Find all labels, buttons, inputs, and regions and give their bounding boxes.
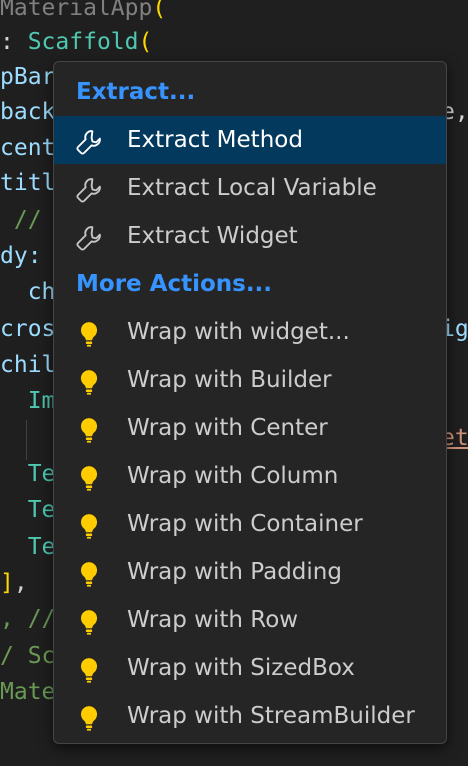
code-token: : [0,29,28,55]
lightbulb-icon [74,606,104,636]
menu-item-wrap-with-streambuilder[interactable]: Wrap with StreamBuilder [54,692,446,740]
menu-item-wrap-with-sizedbox[interactable]: Wrap with SizedBox [54,644,446,692]
wrench-icon [74,174,104,204]
code-token: MaterialApp [0,0,153,21]
code-token: titl [0,170,56,196]
menu-item-label: Wrap with Padding [127,559,342,585]
menu-item-label: Wrap with widget... [127,319,350,345]
code-line: chil [0,345,55,385]
lightbulb-icon [74,462,104,492]
code-line: Mate [0,672,55,712]
code-line: ch [0,272,56,312]
lightbulb-icon [74,318,104,348]
menu-item-wrap-with-column[interactable]: Wrap with Column [54,452,446,500]
menu-item-label: Extract Local Variable [127,175,377,201]
code-token: / Sc [0,643,56,669]
code-line: Te [0,454,56,494]
menu-item-label: Wrap with Container [127,511,363,537]
lightbulb-icon [74,510,104,540]
code-line: ], [0,563,28,603]
code-token: pBar [0,64,56,90]
code-line: : Scaffold( [0,22,152,62]
menu-item-label: Wrap with Column [127,463,339,489]
code-line: // [0,200,55,240]
code-token: , // [0,606,56,632]
wrench-icon [74,126,104,156]
menu-item-label: Wrap with Row [127,607,299,633]
menu-item-wrap-with-center[interactable]: Wrap with Center [54,404,446,452]
code-token: Scaffold [27,29,139,55]
menu-item-wrap-with-container[interactable]: Wrap with Container [54,500,446,548]
code-token: // [0,207,56,233]
lightbulb-icon [74,366,104,396]
code-token: Te [0,461,56,487]
code-line: titl [0,163,55,203]
code-token: , [13,570,28,596]
code-token: dy: [0,243,42,269]
code-token: ] [0,570,14,596]
code-line: Im [0,381,56,421]
code-line: cent [0,128,55,168]
code-line: dy: [0,236,42,276]
code-token: Im [0,388,56,414]
code-line: Te [0,490,56,530]
code-line: Te [0,527,56,567]
code-token: Te [0,534,56,560]
menu-item-extract-method[interactable]: Extract Method [54,116,446,164]
code-token: Mate [0,679,56,705]
code-line: / Sc [0,636,55,676]
code-token: cros [0,316,56,342]
menu-item-extract-widget[interactable]: Extract Widget [54,212,446,260]
menu-section-header: Extract... [76,79,196,105]
menu-item-label: Wrap with SizedBox [127,655,355,681]
code-actions-menu: Extract... Extract Method Extract Local Va… [53,61,447,744]
lightbulb-icon [74,702,104,732]
lightbulb-icon [74,654,104,684]
code-token: ch [0,279,56,305]
code-line: back [0,92,55,132]
wrench-icon [74,222,104,252]
menu-item-label: Wrap with Builder [127,367,332,393]
menu-item-label: Wrap with StreamBuilder [127,703,415,729]
menu-item-wrap-with-widget[interactable]: Wrap with widget... [54,308,446,356]
menu-item-extract-local-variable[interactable]: Extract Local Variable [54,164,446,212]
code-token: cent [0,135,56,161]
menu-item-label: Extract Method [127,127,303,153]
menu-item-wrap-with-builder[interactable]: Wrap with Builder [54,356,446,404]
menu-item-wrap-with-row[interactable]: Wrap with Row [54,596,446,644]
code-token: ( [152,0,167,21]
code-line: pBar [0,57,55,97]
code-token: back [0,99,56,125]
menu-item-label: Wrap with Center [127,415,328,441]
code-token: chil [0,352,56,378]
menu-section-header: More Actions... [76,271,273,297]
menu-item-label: Extract Widget [127,223,298,249]
code-token: Te [0,497,56,523]
lightbulb-icon [74,414,104,444]
code-line: , // [0,599,55,639]
code-line: cros [0,309,55,349]
code-token: ( [138,29,153,55]
lightbulb-icon [74,558,104,588]
menu-item-wrap-with-padding[interactable]: Wrap with Padding [54,548,446,596]
